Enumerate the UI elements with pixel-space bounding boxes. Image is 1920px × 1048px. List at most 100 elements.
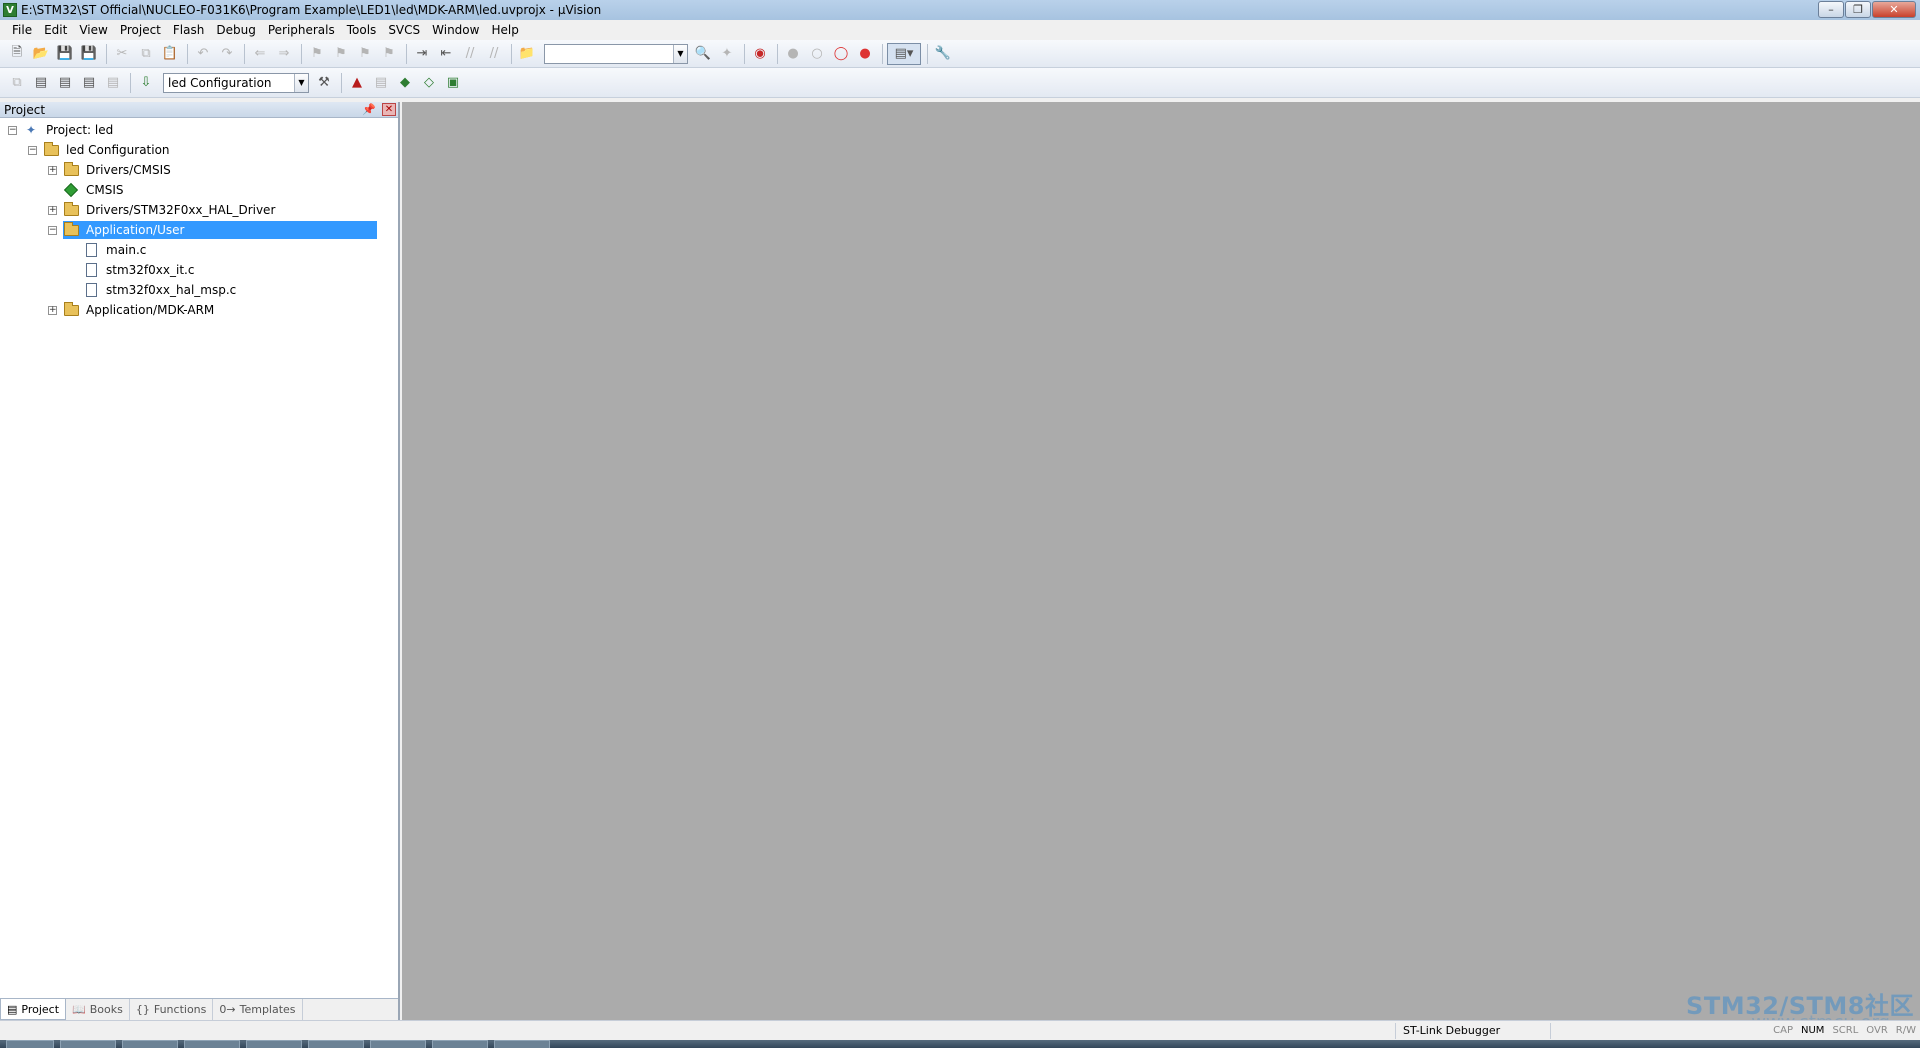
manage-project-items-icon[interactable]: ▲ xyxy=(346,72,368,94)
tree-node-group[interactable]: + Drivers/STM32F0xx_HAL_Driver xyxy=(0,200,398,220)
copy-icon[interactable]: ⧉ xyxy=(135,43,157,65)
build-icon[interactable]: ▤ xyxy=(30,72,52,94)
previous-bookmark-icon[interactable]: ⚑ xyxy=(330,43,352,65)
software-packs-icon[interactable]: ▣ xyxy=(442,72,464,94)
tab-functions[interactable]: {} Functions xyxy=(130,999,214,1020)
menu-help[interactable]: Help xyxy=(485,20,524,40)
tree-node-label: Drivers/STM32F0xx_HAL_Driver xyxy=(86,203,276,217)
open-file-icon[interactable]: 📂 xyxy=(30,43,52,65)
stop-build-icon[interactable]: ▤ xyxy=(102,72,124,94)
collapse-icon[interactable]: − xyxy=(28,145,37,155)
tree-node-label: Application/User xyxy=(86,223,185,237)
status-separator xyxy=(1395,1023,1396,1039)
redo-icon[interactable]: ↷ xyxy=(216,43,238,65)
tree-node-group-selected[interactable]: − Application/User xyxy=(0,220,398,240)
tree-node-project[interactable]: − ✦ Project: led xyxy=(0,120,398,140)
clear-bookmarks-icon[interactable]: ⚑ xyxy=(378,43,400,65)
rebuild-icon[interactable]: ▤ xyxy=(54,72,76,94)
expand-icon[interactable]: + xyxy=(48,305,57,315)
pin-icon[interactable]: 📌 xyxy=(362,103,376,116)
close-icon[interactable]: ✕ xyxy=(382,103,396,116)
batch-build-icon[interactable]: ▤ xyxy=(78,72,100,94)
collapse-icon[interactable]: − xyxy=(48,225,57,235)
new-file-icon[interactable]: 🗎 xyxy=(6,43,28,65)
restore-button[interactable]: ❐ xyxy=(1845,1,1871,18)
menu-debug[interactable]: Debug xyxy=(210,20,261,40)
tree-node-label: main.c xyxy=(106,243,147,257)
tree-node-component[interactable]: CMSIS xyxy=(0,180,398,200)
start-button[interactable] xyxy=(6,1040,54,1048)
tab-project[interactable]: ▤ Project xyxy=(0,999,67,1020)
tree-node-file[interactable]: stm32f0xx_it.c xyxy=(0,260,398,280)
translate-icon[interactable]: ⧉ xyxy=(6,72,28,94)
project-tree: − ✦ Project: led − led Configuration + D… xyxy=(0,118,398,320)
taskbar-button[interactable] xyxy=(60,1040,116,1048)
taskbar-button[interactable] xyxy=(432,1040,488,1048)
window-layout-icon[interactable]: ▤▾ xyxy=(887,42,921,65)
editor-area xyxy=(402,102,1920,1020)
tab-books[interactable]: 📖 Books xyxy=(66,999,130,1020)
cut-icon[interactable]: ✂ xyxy=(111,43,133,65)
uncomment-icon[interactable]: // xyxy=(483,43,505,65)
insert-bookmark-icon[interactable]: ⚑ xyxy=(306,43,328,65)
taskbar-button[interactable] xyxy=(246,1040,302,1048)
start-debug-icon[interactable]: ◉ xyxy=(749,43,771,65)
taskbar-button[interactable] xyxy=(370,1040,426,1048)
find-in-files-icon[interactable]: 📁 xyxy=(516,43,538,65)
expand-icon[interactable]: + xyxy=(48,205,57,215)
tab-templates[interactable]: 0→ Templates xyxy=(213,999,303,1020)
minimize-button[interactable]: – xyxy=(1818,1,1844,18)
chevron-down-icon[interactable]: ▼ xyxy=(673,44,687,63)
save-all-icon[interactable]: 💾 xyxy=(78,43,100,65)
tree-node-group[interactable]: + Application/MDK-ARM xyxy=(0,300,398,320)
menu-svcs[interactable]: SVCS xyxy=(382,20,426,40)
tree-node-file[interactable]: stm32f0xx_hal_msp.c xyxy=(0,280,398,300)
menu-window[interactable]: Window xyxy=(426,20,485,40)
taskbar-button[interactable] xyxy=(184,1040,240,1048)
tab-label: Functions xyxy=(153,1003,207,1016)
taskbar-button[interactable] xyxy=(122,1040,178,1048)
find-combo[interactable]: ▼ xyxy=(544,43,688,64)
project-panel-tabs: ▤ Project 📖 Books {} Functions 0→ Templa… xyxy=(0,998,398,1020)
menu-peripherals[interactable]: Peripherals xyxy=(262,20,341,40)
file-icon xyxy=(83,282,99,298)
save-icon[interactable]: 💾 xyxy=(54,43,76,65)
find-icon[interactable]: 🔍 xyxy=(692,43,714,65)
comment-icon[interactable]: // xyxy=(459,43,481,65)
tree-node-group[interactable]: + Drivers/CMSIS xyxy=(0,160,398,180)
tree-node-file[interactable]: main.c xyxy=(0,240,398,260)
navigate-back-icon[interactable]: ⇐ xyxy=(249,43,271,65)
options-for-target-icon[interactable]: ⚒ xyxy=(313,72,335,94)
undo-icon[interactable]: ↶ xyxy=(192,43,214,65)
target-select[interactable]: led Configuration ▼ xyxy=(163,72,309,93)
taskbar-button[interactable] xyxy=(494,1040,550,1048)
incremental-find-icon[interactable]: ✦ xyxy=(716,43,738,65)
menu-tools[interactable]: Tools xyxy=(341,20,383,40)
indent-icon[interactable]: ⇥ xyxy=(411,43,433,65)
paste-icon[interactable]: 📋 xyxy=(159,43,181,65)
unindent-icon[interactable]: ⇤ xyxy=(435,43,457,65)
menu-project[interactable]: Project xyxy=(114,20,167,40)
download-icon[interactable]: ⇩ xyxy=(135,72,157,94)
enable-breakpoint-icon[interactable]: ○ xyxy=(806,43,828,65)
collapse-icon[interactable]: − xyxy=(8,125,17,135)
insert-breakpoint-icon[interactable]: ● xyxy=(782,43,804,65)
manage-run-time-environment-icon[interactable]: ◆ xyxy=(394,72,416,94)
taskbar-button[interactable] xyxy=(308,1040,364,1048)
chevron-down-icon[interactable]: ▼ xyxy=(294,73,308,92)
navigate-forward-icon[interactable]: ⇒ xyxy=(273,43,295,65)
disable-breakpoints-icon[interactable]: ◯ xyxy=(830,43,852,65)
select-packs-icon[interactable]: ▤ xyxy=(370,72,392,94)
next-bookmark-icon[interactable]: ⚑ xyxy=(354,43,376,65)
kill-breakpoints-icon[interactable]: ● xyxy=(854,43,876,65)
configure-icon[interactable]: 🔧 xyxy=(932,43,954,65)
expand-icon[interactable]: + xyxy=(48,165,57,175)
tree-node-target[interactable]: − led Configuration xyxy=(0,140,398,160)
menu-flash[interactable]: Flash xyxy=(167,20,210,40)
menu-file[interactable]: File xyxy=(6,20,38,40)
uvision-app-icon[interactable]: V xyxy=(3,3,17,17)
close-window-button[interactable]: ✕ xyxy=(1872,1,1916,18)
menu-view[interactable]: View xyxy=(73,20,113,40)
menu-edit[interactable]: Edit xyxy=(38,20,73,40)
pack-installer-icon[interactable]: ◇ xyxy=(418,72,440,94)
